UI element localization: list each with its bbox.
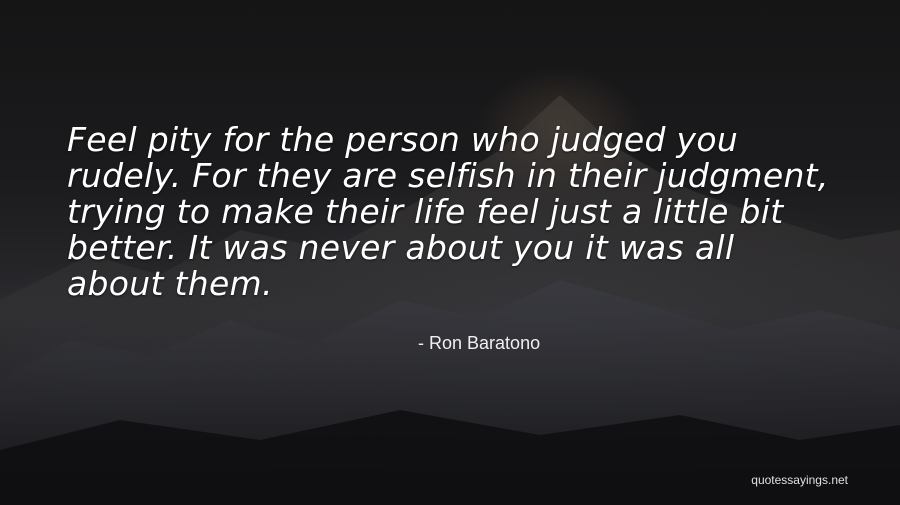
- quote-line: better. It was never about you it was al…: [67, 228, 735, 267]
- quote-line: trying to make their life feel just a li…: [67, 192, 784, 231]
- site-watermark: quotessayings.net: [751, 473, 848, 487]
- quote-line: about them.: [67, 264, 273, 303]
- author-name: Ron Baratono: [429, 333, 541, 353]
- quote-line: rudely. For they are selfish in their ju…: [67, 156, 829, 195]
- quote-line: Feel pity for the person who judged you: [67, 120, 739, 159]
- quote-image: Feel pity for the person who judged you …: [0, 0, 900, 505]
- quote-text: Feel pity for the person who judged you …: [67, 122, 867, 302]
- quote-author: - Ron Baratono: [418, 333, 540, 354]
- author-dash: -: [418, 333, 424, 353]
